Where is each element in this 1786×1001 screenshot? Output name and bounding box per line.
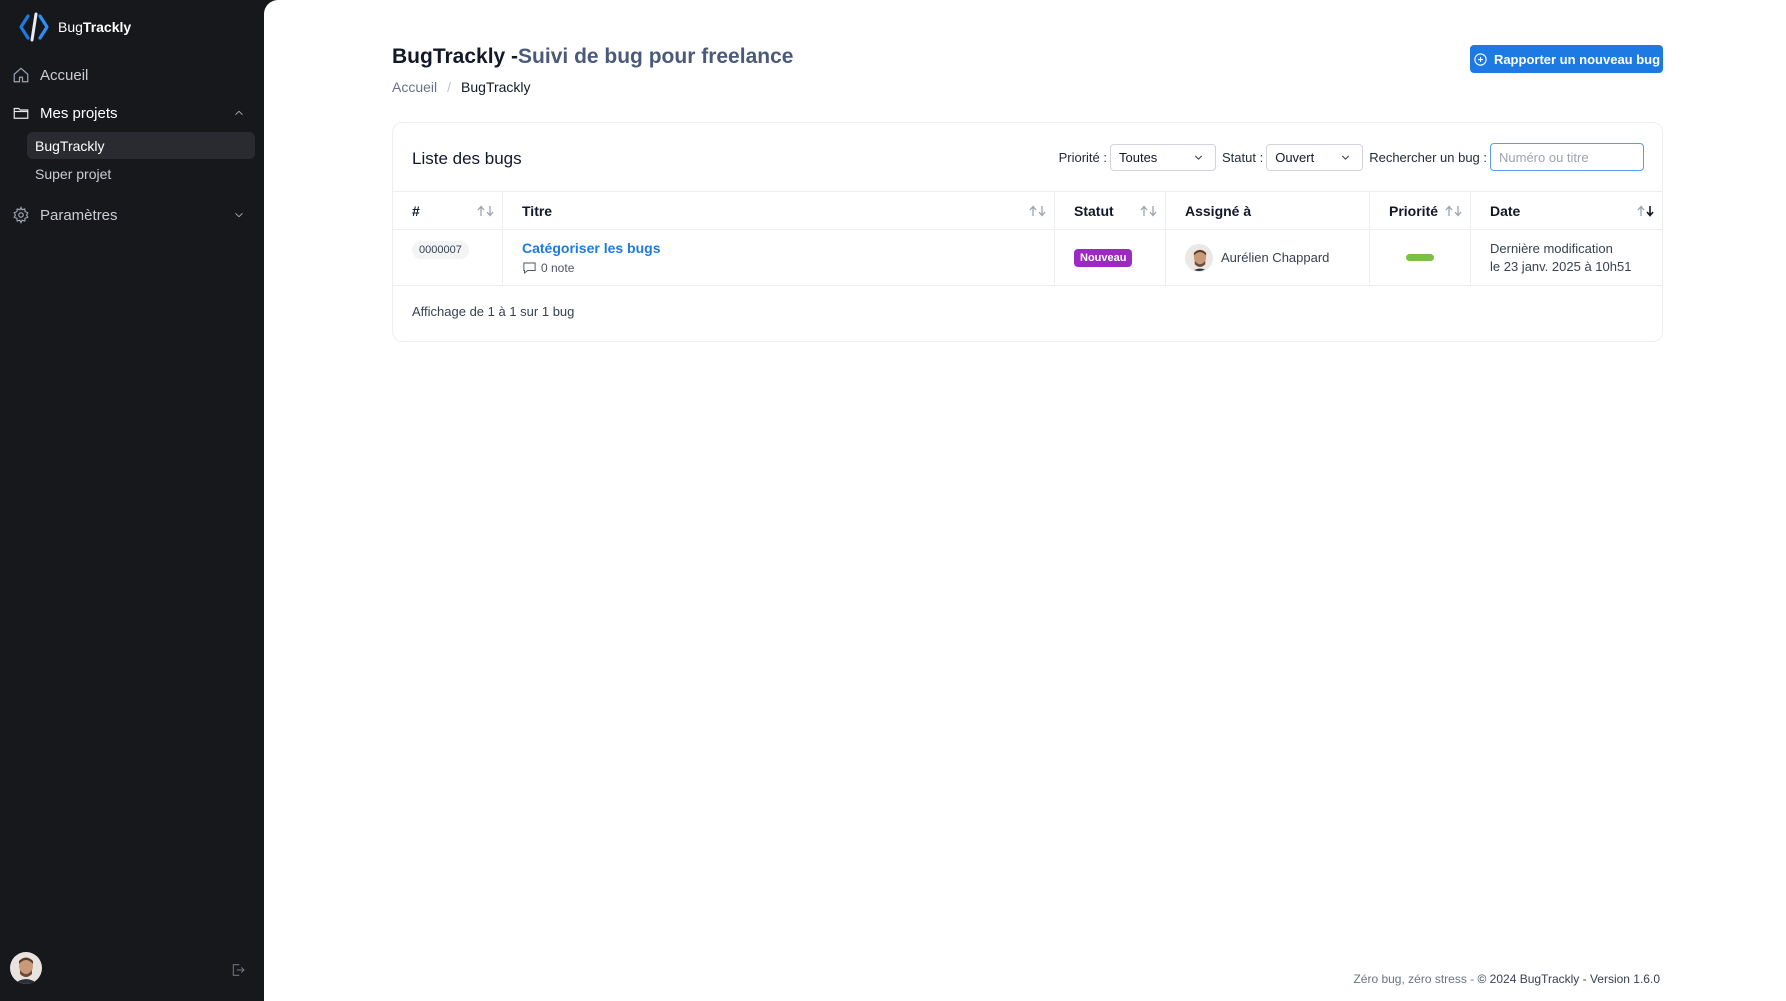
gear-icon	[13, 206, 29, 224]
sort-icon[interactable]	[1139, 204, 1159, 218]
bugtrackly-logo-icon	[19, 12, 49, 42]
status-badge: Nouveau	[1074, 248, 1133, 267]
page-title: BugTrackly -Suivi de bug pour freelance	[392, 45, 794, 68]
bug-id-badge: 0000007	[412, 240, 469, 259]
logout-icon[interactable]	[230, 962, 246, 978]
column-header-id[interactable]: #	[393, 192, 502, 229]
assignee-avatar	[1185, 243, 1213, 272]
assignee-name: Aurélien Chappard	[1221, 250, 1330, 265]
column-header-status[interactable]: Statut	[1054, 192, 1165, 229]
home-icon	[13, 67, 29, 83]
app-name: BugTrackly	[58, 19, 132, 35]
bug-date-cell: Dernière modification le 23 janv. 2025 à…	[1470, 230, 1662, 285]
table-header: # Titre Statut Assigné à Priorité Date	[393, 191, 1662, 229]
sidebar-item-project-bugtrackly[interactable]: BugTrackly	[27, 132, 255, 159]
column-header-assignee: Assigné à	[1165, 192, 1369, 229]
priority-filter-select[interactable]: Toutes	[1110, 143, 1216, 171]
search-input[interactable]	[1490, 143, 1644, 171]
chevron-down-icon	[1342, 154, 1350, 160]
breadcrumb-current: BugTrackly	[461, 79, 531, 95]
breadcrumb-home-link[interactable]: Accueil	[392, 79, 437, 95]
sidebar-item-home[interactable]: Accueil	[10, 60, 254, 90]
user-avatar[interactable]	[10, 952, 42, 984]
sort-desc-icon[interactable]	[1636, 204, 1656, 218]
bug-table: # Titre Statut Assigné à Priorité Date 0…	[393, 191, 1662, 335]
breadcrumb-separator: /	[447, 79, 452, 95]
chevron-up-icon[interactable]	[232, 106, 246, 120]
page-footer: Zéro bug, zéro stress - © 2024 BugTrackl…	[1353, 972, 1660, 986]
search-label: Rechercher un bug :	[1369, 149, 1487, 165]
sidebar-item-label: Accueil	[40, 66, 89, 84]
sort-icon[interactable]	[476, 204, 496, 218]
user-avatar-image	[10, 952, 42, 984]
table-footer: Affichage de 1 à 1 sur 1 bug	[393, 285, 1662, 335]
bug-status-cell: Nouveau	[1054, 230, 1165, 285]
bug-title-cell: Catégoriser les bugs 0 note	[502, 230, 1054, 285]
sidebar-item-label: Paramètres	[40, 206, 118, 224]
chevron-down-icon	[1194, 154, 1203, 160]
breadcrumb: Accueil / BugTrackly	[392, 79, 531, 95]
bug-list-card: Liste des bugs Priorité : Toutes Statut …	[392, 122, 1663, 342]
status-filter-select[interactable]: Ouvert	[1266, 143, 1364, 171]
sidebar: BugTrackly Accueil Mes projets BugTrackl…	[0, 0, 264, 1001]
new-bug-button[interactable]: Rapporter un nouveau bug	[1470, 45, 1663, 73]
filters-bar: Priorité : Toutes Statut : Ouvert Recher…	[1059, 143, 1644, 171]
sidebar-item-label: Mes projets	[40, 104, 118, 122]
bug-notes: 0 note	[522, 261, 574, 275]
table-row[interactable]: 0000007 Catégoriser les bugs 0 note Nouv…	[393, 229, 1662, 285]
main-content: BugTrackly -Suivi de bug pour freelance …	[264, 0, 1786, 1001]
bug-title-link[interactable]: Catégoriser les bugs	[522, 240, 661, 256]
column-header-title[interactable]: Titre	[502, 192, 1054, 229]
folder-icon	[13, 107, 29, 119]
date-value: le 23 janv. 2025 à 10h51	[1490, 258, 1632, 274]
sort-icon[interactable]	[1028, 204, 1048, 218]
bug-id-cell: 0000007	[393, 230, 502, 285]
pagination-summary: Affichage de 1 à 1 sur 1 bug	[412, 304, 575, 319]
sidebar-item-projects[interactable]: Mes projets	[10, 98, 254, 128]
date-label: Dernière modification	[1490, 240, 1613, 256]
bug-list-title: Liste des bugs	[412, 149, 522, 168]
app-logo[interactable]: BugTrackly	[18, 12, 131, 42]
priority-filter-label: Priorité :	[1058, 149, 1107, 165]
bug-priority-cell	[1369, 230, 1470, 285]
priority-indicator	[1406, 254, 1434, 261]
plus-circle-icon	[1474, 52, 1487, 66]
sidebar-item-settings[interactable]: Paramètres	[10, 200, 254, 230]
chevron-down-icon[interactable]	[232, 208, 246, 222]
column-header-date[interactable]: Date	[1470, 192, 1662, 229]
column-header-priority[interactable]: Priorité	[1369, 192, 1470, 229]
sidebar-item-project-super[interactable]: Super projet	[27, 160, 255, 187]
bug-assignee-cell: Aurélien Chappard	[1165, 230, 1369, 285]
status-filter-label: Statut :	[1222, 149, 1264, 165]
comment-icon	[523, 262, 536, 274]
sort-icon[interactable]	[1444, 204, 1464, 218]
